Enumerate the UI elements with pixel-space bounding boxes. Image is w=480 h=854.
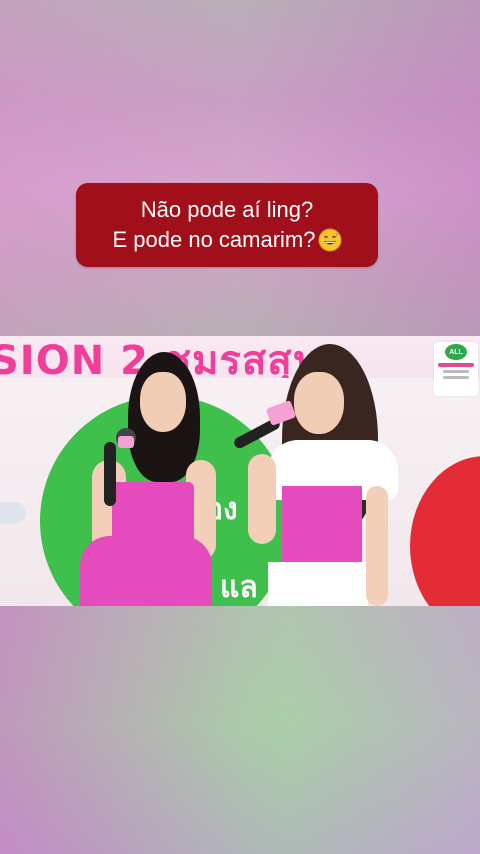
sponsor-logo-badge: ALL — [445, 344, 467, 360]
performer-left-microphone-tag — [118, 436, 134, 448]
caption-line-2: E pode no camarim? — [112, 227, 316, 252]
grinning-sweat-emoji-icon — [318, 228, 342, 252]
video-frame[interactable]: อง แล SION 2 ชมรสสุน ALL — [0, 336, 480, 606]
performer-right-skirt — [268, 562, 368, 606]
event-banner: SION 2 ชมรสสุน — [0, 336, 480, 378]
sponsor-logo-bar-small-2 — [443, 376, 469, 379]
performer-right-arm-2 — [366, 486, 388, 606]
sponsor-logo-bar — [438, 363, 474, 367]
offscreen-hand — [0, 502, 26, 524]
performer-left-skirt — [80, 536, 212, 606]
caption-line-1: Não pode aí ling? — [140, 197, 314, 222]
stage-text-2: แล — [220, 570, 258, 605]
performer-right-face — [294, 372, 344, 434]
caption-line-2-row: E pode no camarim? — [113, 225, 342, 255]
background-bottom-gradient — [0, 604, 480, 854]
performer-left-face — [140, 372, 186, 432]
caption-box: Não pode aí ling? E pode no camarim? — [76, 183, 378, 267]
performer-left-microphone — [104, 442, 116, 506]
performer-left-top — [112, 482, 194, 542]
performer-right-arm — [248, 454, 276, 544]
performer-right-top — [282, 486, 362, 564]
sponsor-logo: ALL — [434, 342, 478, 396]
sponsor-logo-bar-small — [443, 370, 469, 373]
